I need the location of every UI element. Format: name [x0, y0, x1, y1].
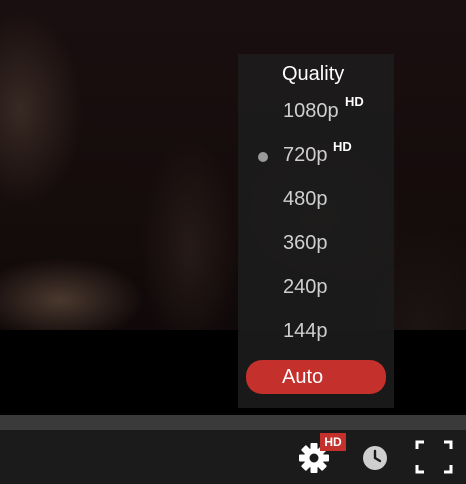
quality-option-144p[interactable]: 144p: [246, 312, 386, 348]
quality-option-label: 240p: [283, 276, 328, 298]
fullscreen-icon: [415, 440, 453, 474]
quality-option-label: Auto: [282, 366, 324, 388]
quality-option-1080p[interactable]: 1080p HD: [246, 92, 386, 128]
fullscreen-button[interactable]: [412, 437, 456, 477]
quality-option-720p[interactable]: 720p HD: [246, 136, 386, 172]
progress-bar[interactable]: [0, 415, 466, 430]
quality-option-480p[interactable]: 480p: [246, 180, 386, 216]
menu-title: Quality: [282, 63, 345, 85]
clock-icon: [363, 446, 387, 470]
quality-option-label: 144p: [283, 320, 328, 342]
quality-option-label: 720p: [283, 144, 328, 166]
hd-quality-badge: HD: [320, 433, 346, 451]
watch-later-button[interactable]: [361, 444, 389, 472]
video-letterbox: [0, 330, 466, 415]
quality-option-240p[interactable]: 240p: [246, 268, 386, 304]
quality-option-label: 480p: [283, 188, 328, 210]
hd-badge: HD: [345, 94, 364, 109]
quality-option-label: 360p: [283, 232, 328, 254]
player-controls-bar: [0, 430, 466, 484]
hd-badge: HD: [333, 139, 352, 154]
quality-option-360p[interactable]: 360p: [246, 224, 386, 260]
selected-indicator-dot: [258, 152, 268, 162]
quality-option-label: 1080p: [283, 100, 339, 122]
quality-settings-menu: Quality 1080p HD 720p HD 480p 360p 240p …: [238, 54, 394, 408]
quality-option-auto[interactable]: Auto: [246, 360, 386, 394]
